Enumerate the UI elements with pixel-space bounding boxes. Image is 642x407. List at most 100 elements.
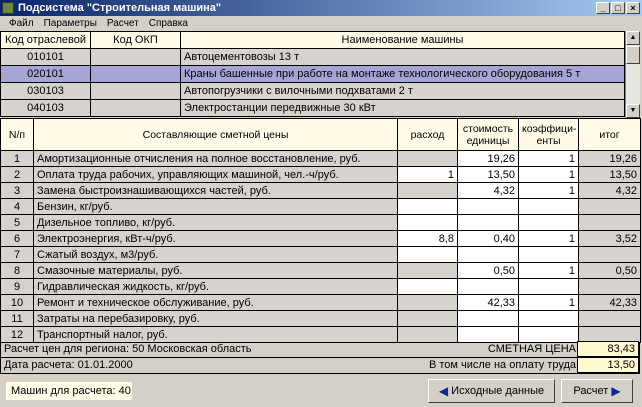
menu-calc[interactable]: Расчет: [102, 16, 144, 31]
maximize-button[interactable]: □: [611, 2, 625, 14]
cost-row: 8 Смазочные материалы, руб. 0,50 1 0,50: [0, 262, 641, 279]
row-number: 12: [0, 326, 34, 343]
price-cell[interactable]: 0,50: [457, 262, 519, 279]
usage-cell: [397, 182, 458, 199]
machines-table: Код отраслевой Код ОКП Наименование маши…: [0, 31, 625, 117]
component-name: Замена быстроизнашивающихся частей, руб.: [33, 182, 398, 199]
labor-label: В том числе на оплату труда: [428, 359, 576, 371]
machine-row[interactable]: 040103 Электростанции передвижные 30 кВт: [0, 99, 625, 117]
machine-okp[interactable]: [90, 48, 181, 66]
cost-row: 4 Бензин, кг/руб.: [0, 198, 641, 215]
col-n: N/п: [0, 118, 34, 151]
coef-cell[interactable]: 1: [518, 182, 579, 199]
row-number: 5: [0, 214, 34, 231]
scroll-thumb[interactable]: [626, 46, 640, 64]
coef-cell[interactable]: [518, 278, 579, 295]
usage-cell[interactable]: 8,8: [397, 230, 458, 247]
machines-scrollbar[interactable]: ▲ ▼: [625, 31, 640, 118]
usage-cell: [397, 294, 458, 311]
price-cell[interactable]: [457, 326, 519, 343]
coef-cell[interactable]: [518, 326, 579, 343]
coef-cell[interactable]: 1: [518, 262, 579, 279]
source-data-button[interactable]: ◀ Исходные данные: [428, 379, 555, 403]
col-coef: коэффици-енты: [518, 118, 579, 151]
cost-row: 1 Амортизационные отчисления на полное во…: [0, 150, 641, 167]
cost-row: 7 Сжатый воздух, м3/руб.: [0, 246, 641, 263]
col-code[interactable]: Код отраслевой: [0, 31, 91, 49]
coef-cell[interactable]: [518, 214, 579, 231]
price-cell[interactable]: 42,33: [457, 294, 519, 311]
coef-cell[interactable]: 1: [518, 166, 579, 183]
total-value: 83,43: [577, 341, 639, 357]
machine-row[interactable]: 030103 Автопогрузчики с вилочными подхват…: [0, 82, 625, 100]
menu-parameters[interactable]: Параметры: [39, 16, 102, 31]
total-cell: 19,26: [578, 150, 641, 167]
col-name[interactable]: Наименование машины: [180, 31, 625, 49]
footer-total-row: Расчет цен для региона: 50 Московская об…: [0, 341, 640, 358]
menu-help[interactable]: Справка: [144, 16, 193, 31]
coef-cell[interactable]: 1: [518, 150, 579, 167]
machine-code[interactable]: 010101: [0, 48, 91, 66]
price-cell[interactable]: [457, 278, 519, 295]
machine-okp[interactable]: [90, 99, 181, 117]
cost-row: 2 Оплата труда рабочих, управляющих машин…: [0, 166, 641, 183]
coef-cell[interactable]: [518, 246, 579, 263]
calculate-label: Расчет: [573, 385, 609, 397]
component-name: Оплата труда рабочих, управляющих машино…: [33, 166, 398, 183]
price-cell[interactable]: 19,26: [457, 150, 519, 167]
machine-row[interactable]: 020101 Краны башенные при работе на монта…: [0, 65, 625, 83]
row-number: 1: [0, 150, 34, 167]
row-number: 4: [0, 198, 34, 215]
price-cell[interactable]: [457, 214, 519, 231]
price-cell[interactable]: 13,50: [457, 166, 519, 183]
cost-row: 12 Транспортный налог, руб.: [0, 326, 641, 343]
machine-name[interactable]: Электростанции передвижные 30 кВт: [180, 99, 625, 117]
total-cell: 13,50: [578, 166, 641, 183]
coef-cell[interactable]: 1: [518, 230, 579, 247]
price-cell[interactable]: 0,40: [457, 230, 519, 247]
row-number: 8: [0, 262, 34, 279]
close-button[interactable]: ×: [626, 2, 640, 14]
component-name: Ремонт и техническое обслуживание, руб.: [33, 294, 398, 311]
machine-okp[interactable]: [90, 82, 181, 100]
price-cell[interactable]: [457, 246, 519, 263]
machine-code[interactable]: 020101: [0, 65, 91, 83]
minimize-button[interactable]: _: [596, 2, 610, 14]
machine-okp[interactable]: [90, 65, 181, 83]
row-number: 9: [0, 278, 34, 295]
scroll-up-icon[interactable]: ▲: [626, 31, 640, 45]
usage-cell[interactable]: [397, 246, 458, 263]
price-cell[interactable]: 4,32: [457, 182, 519, 199]
calculate-button[interactable]: Расчет ▶: [561, 379, 633, 403]
price-cell[interactable]: [457, 198, 519, 215]
row-number: 6: [0, 230, 34, 247]
scroll-down-icon[interactable]: ▼: [626, 104, 640, 118]
machine-name[interactable]: Автопогрузчики с вилочными подхватами 2 …: [180, 82, 625, 100]
coef-cell[interactable]: [518, 310, 579, 327]
usage-cell[interactable]: 1: [397, 166, 458, 183]
total-cell: [578, 278, 641, 295]
coef-cell[interactable]: 1: [518, 294, 579, 311]
coef-cell[interactable]: [518, 198, 579, 215]
machine-code[interactable]: 030103: [0, 82, 91, 100]
machine-name[interactable]: Краны башенные при работе на монтаже тех…: [180, 65, 625, 83]
menu-file[interactable]: Файл: [4, 16, 39, 31]
machine-name[interactable]: Автоцементовозы 13 т: [180, 48, 625, 66]
row-number: 3: [0, 182, 34, 199]
machine-code[interactable]: 040103: [0, 99, 91, 117]
component-name: Бензин, кг/руб.: [33, 198, 398, 215]
usage-cell[interactable]: [397, 278, 458, 295]
usage-cell: [397, 326, 458, 343]
total-cell: 42,33: [578, 294, 641, 311]
usage-cell[interactable]: [397, 214, 458, 231]
usage-cell[interactable]: [397, 198, 458, 215]
menu-bar: Файл Параметры Расчет Справка: [0, 16, 193, 31]
total-cell: 4,32: [578, 182, 641, 199]
total-cell: [578, 214, 641, 231]
app-icon: [2, 2, 14, 14]
col-okp[interactable]: Код ОКП: [90, 31, 181, 49]
arrow-left-icon: ◀: [438, 384, 449, 399]
machine-row[interactable]: 010101 Автоцементовозы 13 т: [0, 48, 625, 66]
row-number: 10: [0, 294, 34, 311]
price-cell[interactable]: [457, 310, 519, 327]
